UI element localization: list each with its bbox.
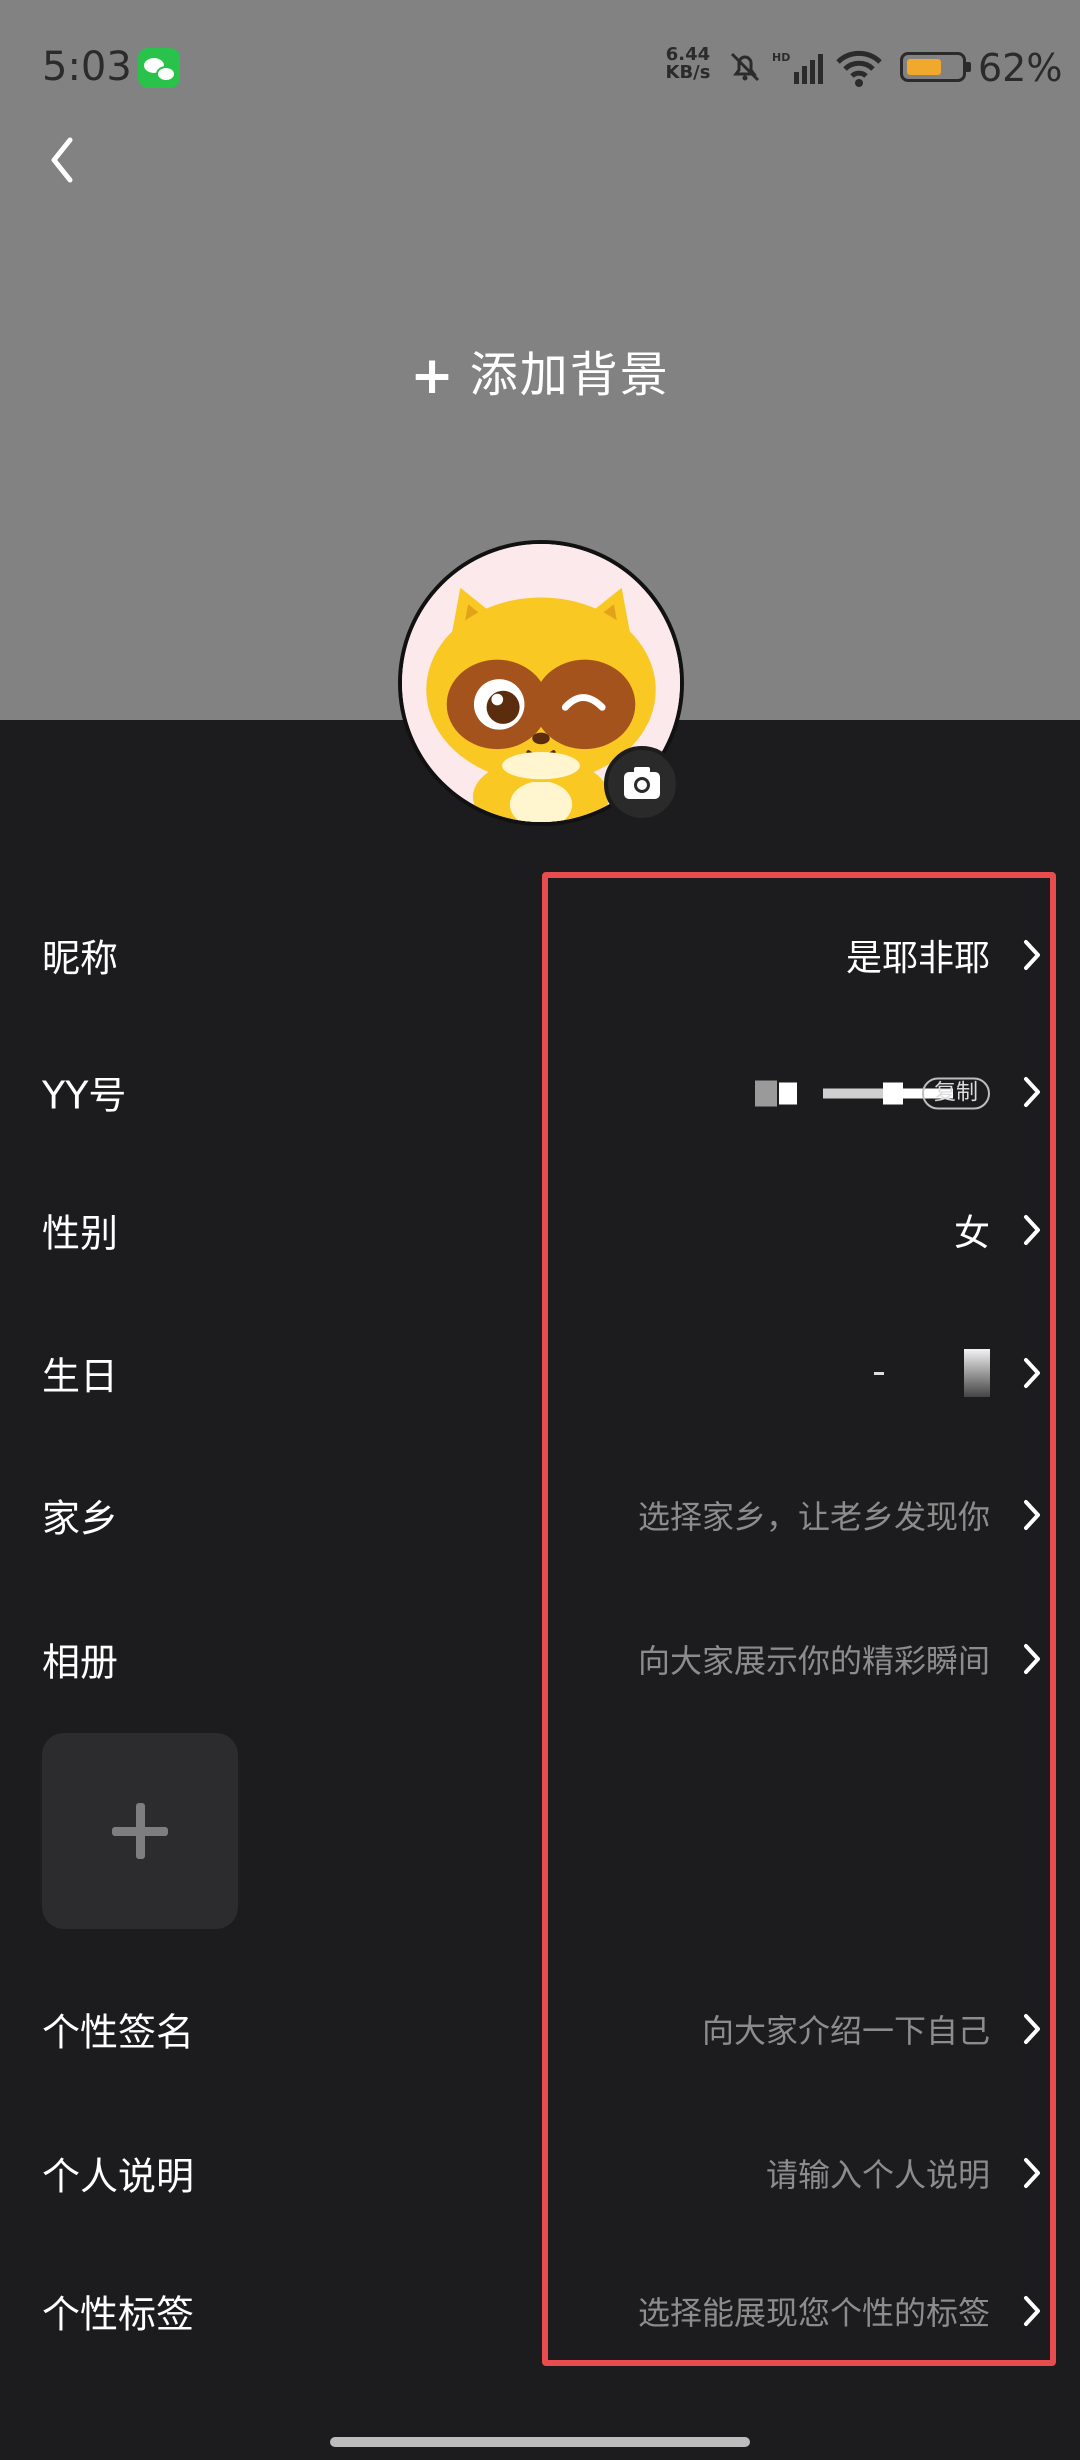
home-indicator[interactable] (330, 2437, 750, 2447)
add-photo-button[interactable] (42, 1733, 238, 1929)
signature-label: 个性签名 (42, 2010, 195, 2055)
yy-id-row[interactable]: YY号 复制 (0, 1037, 1080, 1147)
plus-icon: + (410, 346, 456, 406)
chevron-right-icon (1024, 2158, 1040, 2188)
yy-id-value: 复制 (754, 1072, 990, 1113)
personal-description-label: 个人说明 (42, 2154, 195, 2199)
status-bar: 5:03 6.44 KB/s HD 62% (0, 0, 1080, 135)
gender-label: 性别 (42, 1211, 119, 1256)
hometown-label: 家乡 (42, 1496, 119, 1541)
nickname-row[interactable]: 昵称 是耶非耶 (0, 900, 1080, 1010)
svg-text:HD: HD (772, 51, 790, 64)
avatar-container[interactable] (398, 540, 684, 826)
add-background-label: 添加背景 (469, 347, 670, 403)
chevron-right-icon (1024, 1500, 1040, 1530)
birthday-row[interactable]: 生日 (0, 1318, 1080, 1428)
status-time: 5:03 (42, 44, 132, 90)
change-avatar-button[interactable] (604, 746, 680, 822)
personality-tags-label: 个性标签 (42, 2292, 195, 2337)
chevron-right-icon (1024, 2296, 1040, 2326)
chevron-right-icon (1024, 1358, 1040, 1388)
network-speed: 6.44 KB/s (660, 46, 716, 82)
add-background-button[interactable]: + 添加背景 (0, 335, 1080, 406)
redacted-id (754, 1080, 777, 1107)
gender-value: 女 (953, 1213, 990, 1254)
hometown-row[interactable]: 家乡 选择家乡，让老乡发现你 (0, 1460, 1080, 1570)
album-row[interactable]: 相册 向大家展示你的精彩瞬间 (0, 1604, 1080, 1714)
redacted-birthday (964, 1349, 990, 1397)
chevron-right-icon (1024, 940, 1040, 970)
yy-id-label: YY号 (42, 1073, 127, 1118)
signature-placeholder: 向大家介绍一下自己 (701, 2012, 990, 2050)
birthday-value (874, 1349, 990, 1397)
personal-description-row[interactable]: 个人说明 请输入个人说明 (0, 2118, 1080, 2228)
camera-icon (624, 767, 660, 799)
network-speed-unit: KB/s (665, 62, 711, 83)
album-placeholder: 向大家展示你的精彩瞬间 (637, 1642, 990, 1680)
wechat-icon (138, 48, 180, 88)
cellular-signal-icon: HD (772, 51, 823, 84)
personal-description-placeholder: 请输入个人说明 (765, 2156, 990, 2194)
album-label: 相册 (42, 1640, 119, 1685)
chevron-right-icon (1024, 1644, 1040, 1674)
hometown-placeholder: 选择家乡，让老乡发现你 (637, 1498, 990, 1536)
gender-row[interactable]: 性别 女 (0, 1175, 1080, 1285)
chevron-right-icon (1024, 1077, 1040, 1107)
birthday-label: 生日 (42, 1354, 119, 1399)
signature-row[interactable]: 个性签名 向大家介绍一下自己 (0, 1974, 1080, 2084)
battery-percent: 62% (978, 46, 1063, 90)
personality-tags-row[interactable]: 个性标签 选择能展现您个性的标签 (0, 2256, 1080, 2366)
nickname-label: 昵称 (42, 936, 119, 981)
redacted-id (778, 1082, 797, 1105)
chevron-right-icon (1024, 2014, 1040, 2044)
personality-tags-placeholder: 选择能展现您个性的标签 (637, 2294, 990, 2332)
mute-bell-icon (730, 52, 760, 82)
wifi-icon (836, 50, 882, 87)
back-arrow-icon[interactable] (40, 130, 90, 190)
battery-icon (900, 52, 971, 82)
copy-id-button[interactable]: 复制 (921, 1077, 990, 1110)
redacted-birthday (874, 1371, 884, 1375)
redacted-id (882, 1082, 903, 1105)
status-icons: 6.44 KB/s HD 62% (660, 46, 1080, 91)
nickname-value: 是耶非耶 (845, 938, 990, 979)
chevron-right-icon (1024, 1215, 1040, 1245)
